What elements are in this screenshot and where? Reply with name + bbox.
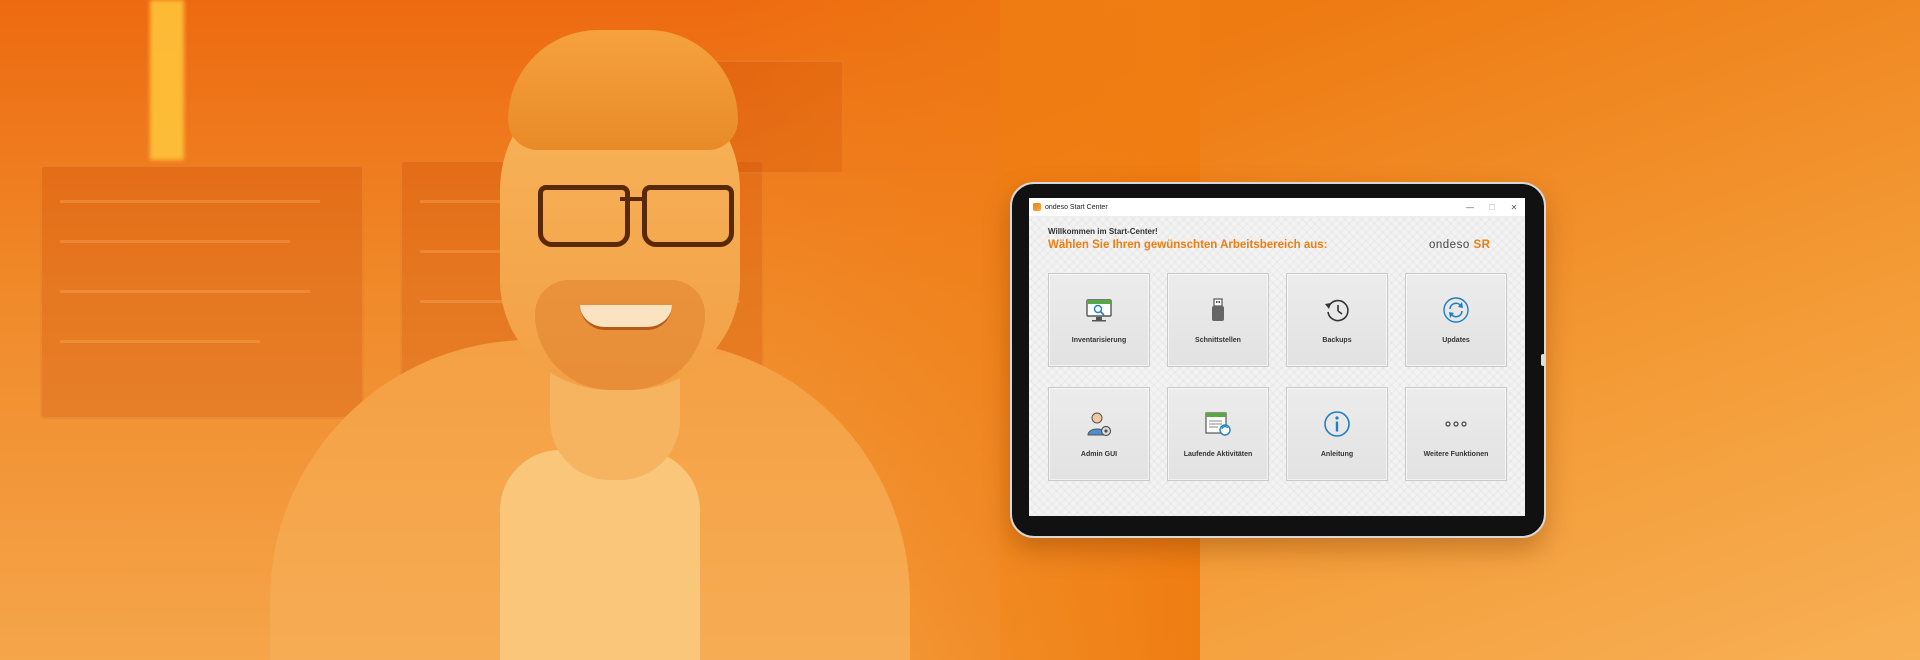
glasses-bridge	[620, 197, 644, 201]
tablet-side-button	[1541, 354, 1545, 366]
page-heading: Wählen Sie Ihren gewünschten Arbeitsbere…	[1048, 239, 1328, 251]
hero-background	[0, 0, 1920, 660]
welcome-text: Willkommen im Start-Center!	[1048, 227, 1158, 236]
backup-clock-icon	[1325, 299, 1349, 322]
usb-stick-icon	[1212, 298, 1224, 321]
tablet-device: ondeso Start Center — ☐ ✕ Willkommen im …	[1010, 182, 1546, 538]
app-icon	[1033, 203, 1041, 211]
tile-label: Updates	[1442, 337, 1470, 344]
t-shirt	[500, 450, 700, 660]
logo-main: ondeso	[1429, 239, 1470, 251]
tile-inventarisierung[interactable]: Inventarisierung	[1048, 273, 1150, 367]
glasses-lens-left	[538, 185, 630, 247]
tile-label: Laufende Aktivitäten	[1183, 451, 1253, 458]
tile-label: Schnittstellen	[1195, 337, 1241, 344]
close-button[interactable]: ✕	[1503, 203, 1525, 212]
tile-anleitung[interactable]: Anleitung	[1286, 387, 1388, 481]
window-title: ondeso Start Center	[1045, 203, 1108, 211]
tile-label: Anleitung	[1320, 451, 1354, 458]
screen-line	[60, 240, 290, 243]
glasses	[538, 185, 734, 247]
window-titlebar: ondeso Start Center — ☐ ✕	[1029, 198, 1525, 217]
ceiling-lamp	[150, 0, 184, 160]
tile-label: Backups	[1322, 337, 1352, 344]
minimize-button[interactable]: —	[1459, 203, 1481, 212]
more-dots-icon	[1445, 421, 1467, 427]
screen-line	[60, 340, 260, 343]
ondeso-logo: ondeso SR	[1429, 239, 1490, 251]
tile-label: Weitere Funktionen	[1423, 451, 1489, 458]
tile-label: Admin GUI	[1080, 451, 1118, 458]
update-sync-icon	[1443, 297, 1469, 323]
smile	[580, 305, 672, 330]
admin-user-gear-icon	[1087, 412, 1112, 437]
start-center-window: ondeso Start Center — ☐ ✕ Willkommen im …	[1029, 198, 1525, 516]
start-center-content: Willkommen im Start-Center! Wählen Sie I…	[1029, 217, 1525, 516]
person-photo	[270, 10, 910, 660]
tile-backups[interactable]: Backups	[1286, 273, 1388, 367]
glasses-lens-right	[642, 185, 734, 247]
tile-laufende-aktivitaeten[interactable]: Laufende Aktivitäten	[1167, 387, 1269, 481]
tile-weitere-funktionen[interactable]: Weitere Funktionen	[1405, 387, 1507, 481]
inventory-monitor-icon	[1086, 299, 1112, 322]
info-icon	[1324, 411, 1350, 437]
maximize-button[interactable]: ☐	[1481, 203, 1503, 212]
logo-suffix: SR	[1473, 239, 1491, 251]
tile-label: Inventarisierung	[1071, 337, 1127, 344]
hair	[508, 30, 738, 150]
tile-schnittstellen[interactable]: Schnittstellen	[1167, 273, 1269, 367]
tile-updates[interactable]: Updates	[1405, 273, 1507, 367]
activity-window-icon	[1205, 412, 1231, 436]
tile-admin-gui[interactable]: Admin GUI	[1048, 387, 1150, 481]
